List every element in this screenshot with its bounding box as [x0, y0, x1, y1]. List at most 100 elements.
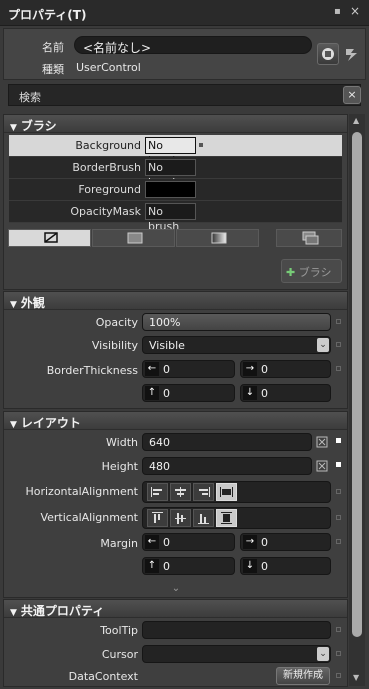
resource-brush-icon [302, 231, 319, 245]
properties-view-button[interactable] [317, 43, 339, 65]
pin-icon[interactable]: ▪ [334, 7, 346, 17]
advanced-marker[interactable] [336, 462, 341, 467]
scroll-up-icon[interactable]: ▲ [353, 117, 361, 125]
collapse-icon: ▼ [10, 300, 17, 310]
name-field[interactable]: <名前なし> [74, 36, 312, 55]
visibility-select[interactable]: Visible [142, 336, 331, 354]
appearance-header[interactable]: ▼ 外観 [4, 292, 347, 310]
tab-resource-brush[interactable] [276, 229, 342, 247]
scrollbar-thumb[interactable] [352, 132, 362, 637]
cursor-select[interactable] [142, 645, 331, 663]
advanced-marker[interactable] [336, 319, 341, 324]
margin-label: Margin [100, 537, 138, 550]
gradient-brush-icon [211, 232, 227, 244]
align-center-button[interactable] [170, 483, 191, 501]
common-header[interactable]: ▼ 共通プロパティ [4, 600, 347, 618]
add-brush-label: ブラシ [298, 266, 332, 279]
advanced-marker[interactable] [199, 143, 203, 147]
advanced-marker[interactable] [336, 342, 341, 347]
advanced-marker[interactable] [336, 515, 341, 520]
align-bottom-button[interactable] [193, 509, 214, 527]
tooltip-field[interactable] [142, 621, 331, 639]
halign-label: HorizontalAlignment [25, 485, 138, 498]
advanced-marker[interactable] [336, 627, 341, 632]
halign-group [142, 481, 331, 503]
height-field[interactable]: 480 [142, 457, 312, 475]
object-header: 名前 <名前なし> 種類 UserControl [3, 28, 366, 80]
advanced-marker[interactable] [336, 651, 341, 656]
appearance-header-label: 外観 [20, 296, 45, 310]
align-top-button[interactable] [147, 509, 168, 527]
layout-header[interactable]: ▼ レイアウト [4, 412, 347, 430]
visibility-label: Visibility [91, 339, 138, 352]
brush-value[interactable] [145, 181, 196, 198]
brush-header[interactable]: ▼ ブラシ [4, 115, 347, 133]
advanced-marker[interactable] [336, 366, 341, 371]
window-titlebar: プロパティ(T) ▪ × [0, 0, 369, 26]
auto-size-icon[interactable] [316, 436, 328, 448]
search-input[interactable]: 検索 [19, 89, 41, 105]
auto-size-icon[interactable] [316, 460, 328, 472]
type-label: 種類 [42, 63, 64, 76]
window-title: プロパティ(T) [8, 8, 87, 22]
events-button[interactable] [344, 46, 360, 62]
no-brush-icon [44, 232, 58, 243]
align-vstretch-button[interactable] [216, 509, 237, 527]
brush-row-borderbrush[interactable]: BorderBrush No brush [9, 157, 342, 189]
scroll-down-icon[interactable]: ▼ [353, 674, 361, 682]
lightning-icon [346, 49, 357, 61]
brush-row-opacitymask[interactable]: OpacityMask No brush [9, 201, 342, 233]
common-header-label: 共通プロパティ [20, 604, 105, 618]
type-value: UserControl [76, 61, 141, 74]
tab-solid-brush[interactable] [92, 229, 175, 247]
height-label: Height [101, 460, 138, 473]
scrollbar[interactable]: ▲ ▼ [349, 114, 365, 686]
align-left-button[interactable] [147, 483, 168, 501]
brush-value[interactable]: No brush [145, 159, 196, 189]
arrow-right-icon: → [243, 362, 257, 376]
align-middle-button[interactable] [170, 509, 191, 527]
brush-row-label: Background [75, 139, 141, 152]
arrow-right-icon: → [243, 535, 257, 549]
layout-header-label: レイアウト [20, 416, 81, 430]
brush-value[interactable]: No brush [145, 137, 196, 167]
datacontext-label: DataContext [68, 670, 138, 683]
expand-more-icon[interactable]: ⌄ [169, 583, 183, 595]
properties-icon [322, 48, 334, 60]
tab-gradient-brush[interactable] [176, 229, 259, 247]
chevron-down-icon[interactable]: ⌄ [317, 647, 329, 661]
borderthickness-label: BorderThickness [46, 364, 138, 377]
valign-group [142, 507, 331, 529]
brush-header-label: ブラシ [20, 119, 57, 133]
align-right-button[interactable] [193, 483, 214, 501]
brush-panel: ▼ブラシ Background No brush BorderBrush No … [3, 114, 348, 290]
brush-row-label: Foreground [78, 183, 141, 196]
width-field[interactable]: 640 [142, 433, 312, 451]
advanced-marker[interactable] [336, 539, 341, 544]
advanced-marker[interactable] [336, 489, 341, 494]
new-datacontext-button[interactable]: 新規作成 [276, 667, 330, 685]
search-box[interactable]: 検索 × [8, 84, 361, 106]
chevron-down-icon[interactable]: ⌄ [317, 338, 329, 352]
brush-row-background[interactable]: Background No brush [9, 135, 342, 167]
advanced-marker[interactable] [336, 673, 341, 678]
collapse-icon: ▼ [10, 608, 17, 618]
brush-value[interactable]: No brush [145, 203, 196, 233]
arrow-left-icon: ← [145, 362, 159, 376]
tooltip-label: ToolTip [100, 624, 138, 637]
tab-no-brush[interactable] [8, 229, 91, 247]
brush-row-label: BorderBrush [72, 161, 141, 174]
arrow-down-icon: ↓ [243, 386, 257, 400]
close-icon[interactable]: × [350, 5, 362, 17]
name-label: 名前 [42, 41, 64, 54]
add-brush-icon: ✚ [286, 266, 296, 279]
arrow-left-icon: ← [145, 535, 159, 549]
brush-row-foreground[interactable]: Foreground [9, 179, 342, 201]
collapse-icon: ▼ [10, 420, 17, 430]
arrow-down-icon: ↓ [243, 559, 257, 573]
add-brush-button[interactable]: ✚ ブラシ [281, 259, 342, 283]
advanced-marker[interactable] [336, 438, 341, 443]
align-stretch-button[interactable] [216, 483, 237, 501]
opacity-field[interactable]: 100% [142, 313, 331, 331]
search-clear-button[interactable]: × [343, 86, 361, 104]
